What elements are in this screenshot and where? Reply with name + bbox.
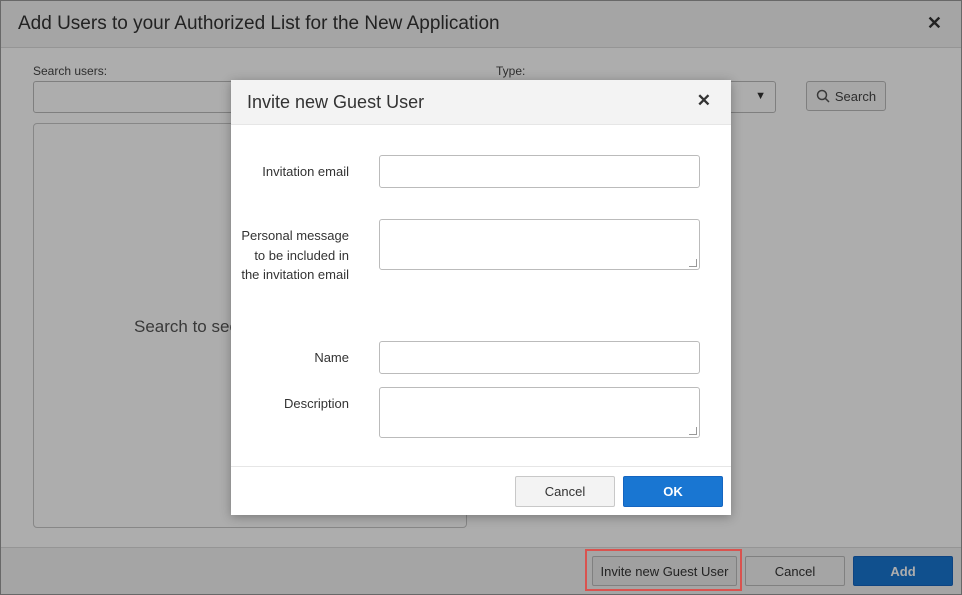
- invitation-email-input[interactable]: [379, 155, 700, 188]
- invite-guest-modal: Invite new Guest User ✕ Invitation email…: [231, 80, 731, 515]
- description-textarea[interactable]: [379, 387, 700, 438]
- modal-ok-button[interactable]: OK: [623, 476, 723, 507]
- modal-cancel-button[interactable]: Cancel: [515, 476, 615, 507]
- personal-message-label: Personal message to be included in the i…: [241, 228, 349, 282]
- modal-header: Invite new Guest User ✕: [231, 80, 731, 125]
- invitation-email-label: Invitation email: [262, 164, 349, 179]
- description-label: Description: [283, 396, 349, 411]
- resize-handle-icon[interactable]: [689, 427, 697, 435]
- name-label: Name: [314, 350, 349, 365]
- modal-close-icon[interactable]: ✕: [697, 91, 711, 111]
- modal-title: Invite new Guest User: [247, 92, 425, 112]
- resize-handle-icon[interactable]: [689, 259, 697, 267]
- personal-message-textarea[interactable]: [379, 219, 700, 270]
- name-input[interactable]: [379, 341, 700, 374]
